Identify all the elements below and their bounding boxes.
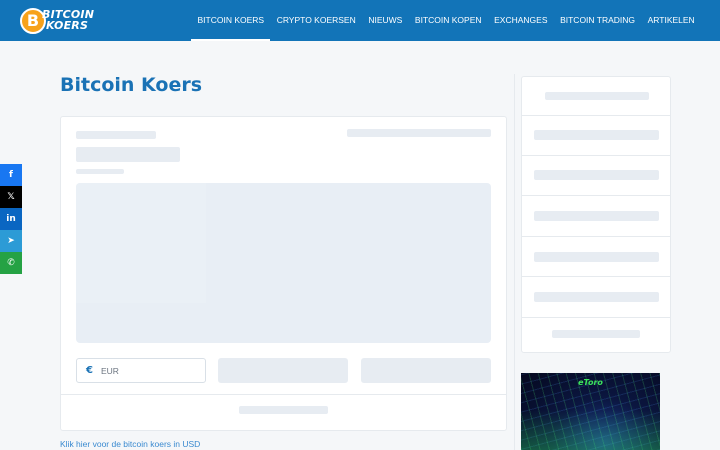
ad-glow [521, 410, 660, 450]
etoro-advertisement[interactable]: eToro [521, 373, 660, 450]
currency-converter-input[interactable]: € EUR [76, 358, 206, 383]
skeleton-change [76, 169, 124, 174]
skeleton-price [76, 147, 180, 162]
facebook-share-icon[interactable]: f [0, 164, 22, 186]
nav-bitcoin-trading[interactable]: BITCOIN TRADING [554, 0, 642, 41]
chart-loading-shade [76, 183, 206, 303]
telegram-share-icon[interactable]: ➤ [0, 230, 22, 252]
x-share-icon[interactable]: 𝕏 [0, 186, 22, 208]
price-widget-card: € EUR [60, 116, 507, 431]
nav-exchanges[interactable]: EXCHANGES [488, 0, 554, 41]
skeleton-footer-link [552, 330, 640, 338]
price-chart-placeholder [76, 183, 491, 343]
skeleton-row [534, 292, 659, 302]
skeleton-converter-field [361, 358, 491, 383]
nav-artikelen[interactable]: ARTIKELEN [641, 0, 701, 41]
top-navigation-bar: B BITCOIN KOERS BITCOIN KOERS CRYPTO KOE… [0, 0, 720, 41]
skeleton-row [534, 252, 659, 262]
skeleton-row [534, 130, 659, 140]
page-title: Bitcoin Koers [60, 74, 203, 96]
skeleton-footer-text [239, 406, 328, 414]
whatsapp-share-icon[interactable]: ✆ [0, 252, 22, 274]
nav-nieuws[interactable]: NIEUWS [362, 0, 409, 41]
card-divider [61, 394, 506, 395]
euro-icon: € [86, 365, 93, 376]
social-share-bar: f 𝕏 in ➤ ✆ [0, 164, 22, 274]
nav-bitcoin-kopen[interactable]: BITCOIN KOPEN [409, 0, 488, 41]
list-item [522, 155, 670, 195]
list-item [522, 115, 670, 155]
currency-code: EUR [101, 365, 119, 376]
list-item [522, 195, 670, 236]
sidebar-divider [514, 74, 515, 450]
list-footer [522, 317, 670, 354]
main-menu: BITCOIN KOERS CRYPTO KOERSEN NIEUWS BITC… [191, 0, 701, 41]
etoro-logo: eToro [578, 378, 603, 387]
skeleton-row [534, 211, 659, 221]
skeleton-label [76, 131, 156, 139]
linkedin-share-icon[interactable]: in [0, 208, 22, 230]
logo-line-2: KOERS [46, 19, 89, 32]
usd-price-link[interactable]: Klik hier voor de bitcoin koers in USD [60, 439, 200, 449]
nav-bitcoin-koers[interactable]: BITCOIN KOERS [191, 0, 271, 41]
sidebar-coin-list [521, 76, 671, 353]
list-item [522, 276, 670, 317]
list-item [522, 236, 670, 276]
site-logo[interactable]: B BITCOIN KOERS [20, 7, 104, 35]
logo-wordmark: BITCOIN KOERS [42, 9, 94, 31]
skeleton-list-header [545, 92, 649, 100]
skeleton-row [534, 170, 659, 180]
nav-crypto-koersen[interactable]: CRYPTO KOERSEN [270, 0, 362, 41]
skeleton-converter-field [218, 358, 348, 383]
skeleton-timeframe-tabs [347, 129, 491, 137]
